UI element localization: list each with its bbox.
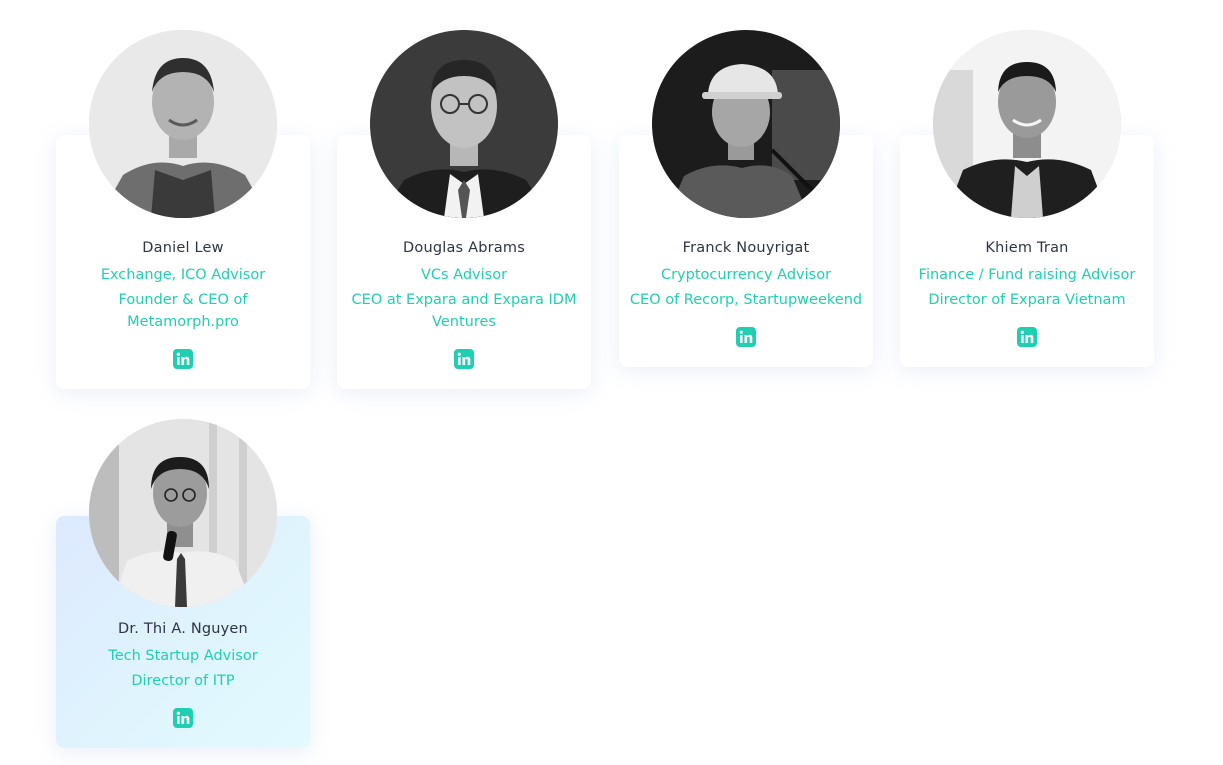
- advisor-name: Daniel Lew: [142, 240, 224, 256]
- linkedin-icon[interactable]: [173, 708, 193, 728]
- advisor-position: Director of Expara Vietnam: [928, 292, 1126, 308]
- advisor-position: CEO of Recorp, Startupweekend: [629, 292, 863, 308]
- advisor-role: Exchange, ICO Advisor: [100, 267, 266, 283]
- advisor-name: Franck Nouyrigat: [682, 240, 810, 256]
- linkedin-icon[interactable]: [1017, 327, 1037, 347]
- linkedin-icon[interactable]: [173, 349, 193, 369]
- advisor-name: Douglas Abrams: [403, 240, 525, 256]
- advisor-role: Tech Startup Advisor: [108, 648, 258, 664]
- advisor-name: Dr. Thi A. Nguyen: [118, 621, 248, 637]
- advisor-position: Founder & CEO of Metamorph.pro: [118, 292, 248, 330]
- advisors-grid: Daniel Lew Exchange, ICO Advisor Founder…: [0, 0, 1223, 765]
- advisor-photo: [89, 30, 277, 218]
- advisor-position: Director of ITP: [131, 673, 235, 689]
- linkedin-icon[interactable]: [736, 327, 756, 347]
- advisor-photo: [933, 30, 1121, 218]
- advisor-role: VCs Advisor: [420, 267, 508, 283]
- advisor-role: Finance / Fund raising Advisor: [918, 267, 1136, 283]
- advisor-photo: [370, 30, 558, 218]
- linkedin-icon[interactable]: [454, 349, 474, 369]
- advisor-name: Khiem Tran: [985, 240, 1069, 256]
- advisor-photo: [652, 30, 840, 218]
- advisor-position: CEO at Expara and Expara IDM Ventures: [351, 292, 577, 330]
- advisor-role: Cryptocurrency Advisor: [660, 267, 832, 283]
- advisor-photo: [89, 419, 277, 607]
